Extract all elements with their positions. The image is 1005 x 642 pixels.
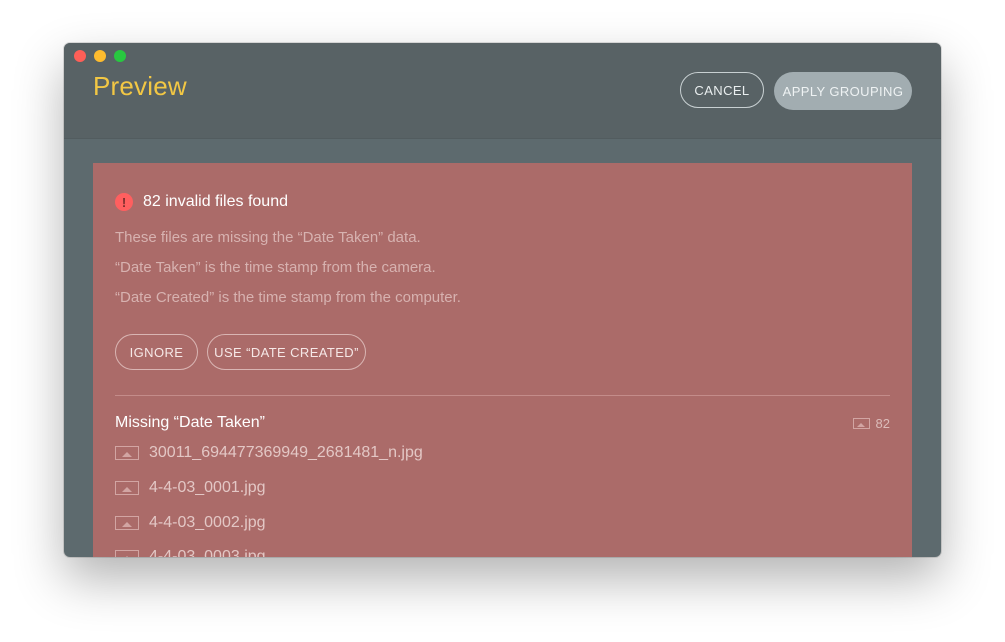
invalid-files-panel: ! 82 invalid files found These files are… <box>93 163 912 557</box>
image-icon <box>852 418 870 429</box>
file-list-item[interactable]: 4-4-03_0002.jpg <box>115 514 266 532</box>
use-date-created-button[interactable]: USE “DATE CREATED” <box>207 334 366 370</box>
file-list-item[interactable]: 30011_694477369949_2681481_n.jpg <box>115 444 423 462</box>
missing-date-taken-title: Missing “Date Taken” <box>115 414 265 431</box>
ignore-button[interactable]: IGNORE <box>115 334 198 370</box>
minimize-window-button[interactable] <box>94 50 106 62</box>
image-icon <box>115 516 139 530</box>
page-title: Preview <box>93 71 187 101</box>
apply-grouping-button[interactable]: APPLY GROUPING <box>774 72 912 110</box>
window-controls <box>74 50 134 62</box>
divider <box>115 395 890 396</box>
preview-window: Preview CANCEL APPLY GROUPING ! 82 inval… <box>64 43 941 557</box>
file-name: 4-4-03_0003.jpg <box>149 548 266 557</box>
alert-header: ! 82 invalid files found <box>115 193 288 211</box>
exclamation-icon: ! <box>115 193 133 211</box>
file-count: 82 <box>852 416 890 431</box>
image-icon <box>115 550 139 557</box>
file-name: 30011_694477369949_2681481_n.jpg <box>149 444 423 461</box>
alert-description-line: “Date Created” is the time stamp from th… <box>115 289 461 306</box>
title-bar: Preview CANCEL APPLY GROUPING <box>64 43 941 139</box>
file-count-value: 82 <box>875 416 890 431</box>
file-name: 4-4-03_0002.jpg <box>149 514 266 531</box>
file-list-item[interactable]: 4-4-03_0003.jpg <box>115 548 266 557</box>
file-name: 4-4-03_0001.jpg <box>149 479 266 496</box>
file-list-item[interactable]: 4-4-03_0001.jpg <box>115 479 266 497</box>
close-window-button[interactable] <box>74 50 86 62</box>
alert-description-line: “Date Taken” is the time stamp from the … <box>115 259 436 276</box>
image-icon <box>115 481 139 495</box>
zoom-window-button[interactable] <box>114 50 126 62</box>
alert-title: 82 invalid files found <box>143 193 288 210</box>
alert-description-line: These files are missing the “Date Taken”… <box>115 229 421 246</box>
image-icon <box>115 446 139 460</box>
cancel-button[interactable]: CANCEL <box>680 72 764 108</box>
